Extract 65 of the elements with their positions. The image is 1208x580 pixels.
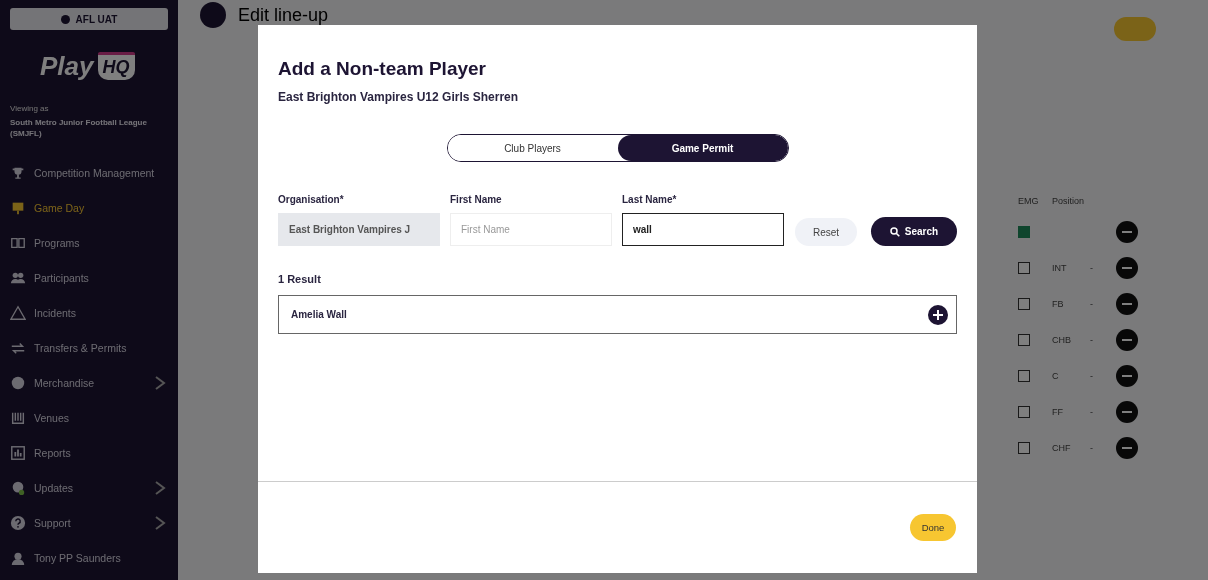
dash-cell-text: -	[1090, 371, 1094, 381]
sidebar-item[interactable]: Reports	[10, 435, 168, 470]
viewing-label: Viewing as	[10, 104, 50, 113]
sidebar-item[interactable]: Transfers & Permits	[10, 330, 168, 365]
dash-cell-text: -	[1090, 407, 1094, 417]
field-label: Organisation*	[278, 194, 345, 205]
position-cell-text: C	[1052, 371, 1060, 381]
logo-badge: HQ	[97, 52, 135, 80]
position-cell-text: FF	[1052, 407, 1064, 417]
sidebar-item[interactable]: Programs	[10, 225, 168, 260]
remove-button[interactable]	[1116, 257, 1138, 279]
page-title: Edit line-up	[238, 5, 329, 25]
remove-button[interactable]	[1116, 329, 1138, 351]
organisation-selector[interactable]: South Metro Junior Football League (SMJFL)	[10, 117, 168, 139]
remove-button[interactable]	[1116, 401, 1138, 423]
position-cell-text: CHF	[1052, 443, 1072, 453]
dash-cell-text: -	[1090, 335, 1094, 345]
emergency-checkbox[interactable]	[1018, 334, 1030, 346]
position-cell-text: CHB	[1052, 335, 1072, 345]
done-button[interactable]: Done	[910, 514, 956, 541]
result-count: 1 Result	[278, 273, 322, 285]
emergency-checkbox[interactable]	[1018, 406, 1030, 418]
remove-button[interactable]	[1116, 293, 1138, 315]
sidebar-item[interactable]: Game Day	[10, 190, 168, 225]
sidebar-item[interactable]: Venues	[10, 400, 168, 435]
dash-cell-text: -	[1090, 299, 1094, 309]
field-label: First Name	[450, 194, 503, 205]
sidebar-item[interactable]: Support	[10, 505, 168, 540]
position-cell-text: INT	[1052, 263, 1068, 273]
column-header: EMG	[1018, 195, 1039, 207]
emergency-checkbox[interactable]	[1018, 226, 1030, 238]
input-field[interactable]: wall	[622, 213, 784, 246]
remove-button[interactable]	[1116, 365, 1138, 387]
reset-button[interactable]: Reset	[795, 218, 857, 246]
emergency-checkbox[interactable]	[1018, 370, 1030, 382]
emergency-checkbox[interactable]	[1018, 298, 1030, 310]
position-cell-text: FB	[1052, 299, 1065, 309]
field-label: Last Name*	[622, 194, 678, 205]
logo-text: Play	[40, 50, 94, 82]
emergency-checkbox[interactable]	[1018, 442, 1030, 454]
remove-button[interactable]	[1116, 221, 1138, 243]
sidebar-item[interactable]: Merchandise	[10, 365, 168, 400]
sidebar-item[interactable]: Participants	[10, 260, 168, 295]
dialog-title: Add a Non-team Player	[278, 58, 487, 80]
dialog-subtitle: East Brighton Vampires U12 Girls Sherren	[278, 90, 520, 104]
sidebar-item[interactable]: Updates	[10, 470, 168, 505]
emergency-checkbox[interactable]	[1018, 262, 1030, 274]
chart-icon	[10, 444, 26, 461]
remove-button[interactable]	[1116, 437, 1138, 459]
sidebar-item[interactable]: Incidents	[10, 295, 168, 330]
column-header: Position	[1052, 195, 1085, 207]
team-avatar	[200, 2, 226, 28]
dash-cell-text: -	[1090, 443, 1094, 453]
sidebar-item[interactable]: Competition Management	[10, 155, 168, 190]
environment-badge[interactable]: AFL UAT	[10, 8, 168, 30]
player-name: Amelia Wall	[291, 309, 347, 320]
add-icon[interactable]	[928, 304, 948, 325]
warning-icon	[10, 304, 26, 321]
search-icon	[889, 226, 900, 237]
input-field[interactable]: First Name	[450, 213, 612, 246]
toggle-tab[interactable]: Game Permit	[617, 135, 788, 161]
sidebar-item[interactable]: Tony PP Saunders	[10, 540, 168, 575]
search-button[interactable]: Search	[871, 217, 957, 246]
dash-cell-text: -	[1090, 263, 1094, 273]
help-icon	[10, 514, 26, 531]
